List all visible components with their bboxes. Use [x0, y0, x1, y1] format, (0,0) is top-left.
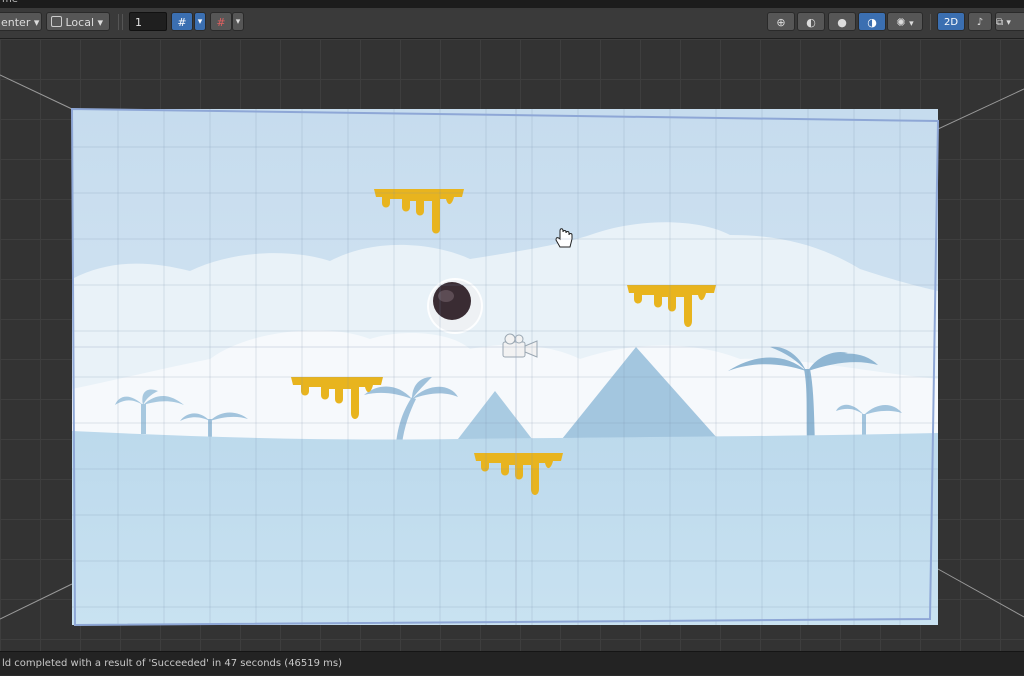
increment-snap-toggle[interactable]: # [210, 12, 232, 31]
scene-toolbar: enter ▾ Local ▾ 1 # ▾ # ▾ ⊕ ◐ ● ◑ ✺ ▾ 2D… [0, 8, 1024, 39]
status-bar[interactable]: ld completed with a result of 'Succeeded… [0, 651, 1024, 675]
audio-toggle[interactable]: ♪ [968, 12, 992, 31]
grid-snap-value-field[interactable]: 1 [129, 12, 167, 31]
player-ball[interactable] [427, 278, 483, 334]
pivot-mode-dropdown[interactable]: enter ▾ [0, 12, 42, 31]
global-view-button[interactable]: ⊕ [767, 12, 795, 31]
window-title-strip: me [0, 0, 1024, 8]
increment-snap-dropdown[interactable]: ▾ [232, 12, 244, 31]
render-mode-button[interactable]: ◐ [797, 12, 825, 31]
view-2d-toggle[interactable]: 2D [937, 12, 965, 31]
pivot-rotation-dropdown[interactable]: Local ▾ [46, 12, 110, 31]
shading-icon: ◑ [867, 16, 877, 29]
chevron-down-icon: ▾ [235, 17, 241, 27]
camera-frustum-line [0, 74, 73, 110]
grid-snap-icon: # [177, 16, 187, 29]
chevron-down-icon: ▾ [1006, 18, 1011, 28]
pivot-mode-label: enter [1, 16, 31, 29]
lighting-icon: ● [837, 16, 847, 29]
pivot-rotation-label: Local [65, 16, 95, 29]
effects-dropdown[interactable]: ✺ ▾ [887, 12, 923, 31]
lighting-toggle[interactable]: ● [828, 12, 856, 31]
toolbar-separator [122, 14, 123, 30]
grid-snap-dropdown[interactable]: ▾ [194, 12, 206, 31]
render-mode-icon: ◐ [806, 16, 816, 29]
window-title: me [2, 0, 18, 5]
shading-mode-button[interactable]: ◑ [858, 12, 886, 31]
fx-icon: ✺ [896, 16, 906, 29]
global-view-icon: ⊕ [776, 16, 786, 29]
toolbar-separator [118, 14, 119, 30]
status-message: ld completed with a result of 'Succeeded… [2, 658, 343, 669]
grid-snap-toggle[interactable]: # [171, 12, 193, 31]
camera-frustum-line [937, 568, 1024, 618]
toolbar-separator [930, 14, 931, 30]
local-cube-icon [51, 16, 62, 27]
chevron-down-icon: ▾ [909, 19, 914, 29]
camera-frustum-line [937, 88, 1024, 130]
audio-icon: ♪ [976, 17, 984, 28]
rotation-dropdown-icon: ▾ [97, 16, 104, 29]
view-2d-label: 2D [943, 17, 959, 28]
gizmo-icon: ⧉ [996, 17, 1004, 28]
pivot-dropdown-icon: ▾ [33, 16, 40, 29]
increment-snap-icon: # [216, 16, 226, 29]
scene-canvas[interactable] [0, 39, 1024, 651]
camera-frustum-line [0, 583, 73, 620]
chevron-down-icon: ▾ [197, 17, 203, 27]
scene-view[interactable] [0, 39, 1024, 651]
gizmo-dropdown[interactable]: ⧉ ▾ [995, 12, 1024, 31]
